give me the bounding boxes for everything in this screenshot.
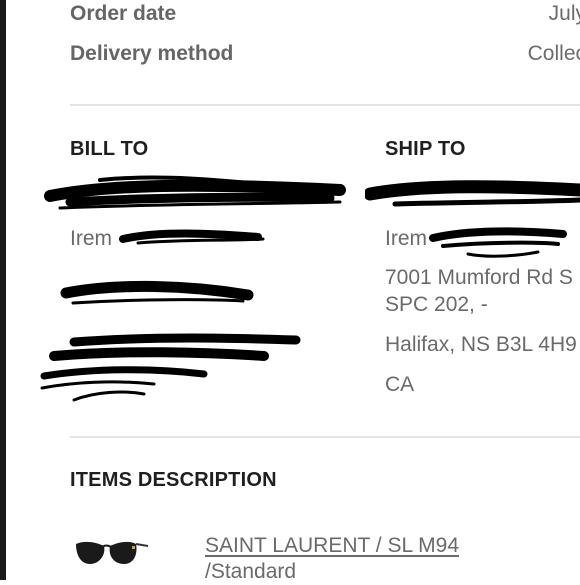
ship-to-city-line: Halifax, NS B3L 4H9 — [385, 333, 577, 356]
divider-middle — [70, 436, 580, 438]
order-date-value: July — [548, 2, 580, 25]
divider-top — [70, 104, 580, 106]
product-name[interactable]: SAINT LAURENT / SL M94 — [205, 533, 459, 559]
ship-to-title: SHIP TO — [385, 138, 466, 160]
delivery-method-label: Delivery method — [70, 42, 234, 65]
ship-to-email-redaction — [365, 180, 580, 207]
product-link[interactable]: SAINT LAURENT / SL M94 /Standard — [205, 533, 459, 585]
left-edge-bar — [0, 0, 6, 580]
ship-to-address-line1: 7001 Mumford Rd S — [385, 266, 573, 289]
sunglasses-icon — [76, 541, 149, 564]
ship-to-country: CA — [385, 373, 415, 396]
product-variant[interactable]: /Standard — [205, 559, 459, 585]
bill-to-title: BILL TO — [70, 138, 149, 160]
order-date-label: Order date — [70, 2, 177, 25]
bill-to-name-redaction — [119, 229, 265, 245]
bill-to-address-redaction — [40, 333, 301, 402]
bill-to-name: Irem — [70, 227, 112, 250]
bill-to-email-redaction — [44, 175, 346, 210]
bill-to-phone-redaction — [60, 280, 254, 305]
ship-to-name-redaction — [429, 227, 567, 258]
ship-to-name: Irem — [385, 227, 427, 250]
ship-to-address-line2: SPC 202, - — [385, 293, 488, 316]
items-description-title: ITEMS DESCRIPTION — [70, 469, 277, 491]
delivery-method-value: Collec — [527, 42, 580, 65]
